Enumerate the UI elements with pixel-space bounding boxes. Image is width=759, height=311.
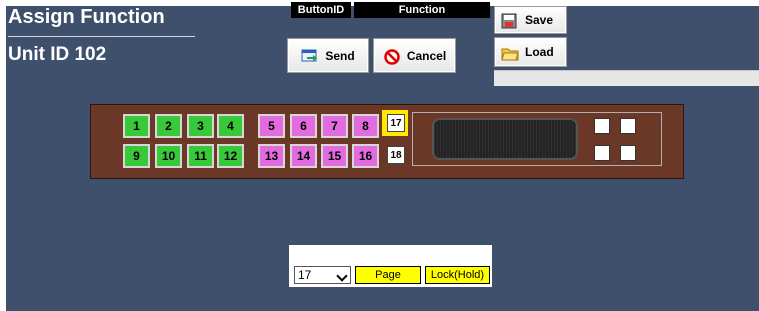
load-button[interactable]: Load bbox=[494, 37, 567, 67]
key-8[interactable]: 8 bbox=[352, 114, 379, 138]
send-label: Send bbox=[325, 48, 355, 63]
key-3[interactable]: 3 bbox=[187, 114, 214, 138]
unit-id-label: Unit ID 102 bbox=[8, 44, 107, 65]
key-5[interactable]: 5 bbox=[258, 114, 285, 138]
key-1[interactable]: 1 bbox=[123, 114, 150, 138]
key-11[interactable]: 11 bbox=[187, 144, 214, 168]
save-button[interactable]: Save bbox=[494, 6, 567, 34]
key-17[interactable]: 17 bbox=[387, 114, 405, 132]
function-header: Function bbox=[354, 2, 490, 18]
status-bar bbox=[494, 70, 759, 86]
side-key-2[interactable] bbox=[620, 118, 636, 134]
send-button[interactable]: Send bbox=[287, 38, 369, 73]
folder-open-icon bbox=[501, 45, 519, 61]
buttonid-select-value: 17 bbox=[298, 268, 312, 282]
load-label: Load bbox=[525, 45, 554, 59]
key-16[interactable]: 16 bbox=[352, 144, 379, 168]
key-4[interactable]: 4 bbox=[217, 114, 244, 138]
key-13[interactable]: 13 bbox=[258, 144, 285, 168]
side-key-4[interactable] bbox=[620, 145, 636, 161]
key-10[interactable]: 10 bbox=[155, 144, 182, 168]
side-key-1[interactable] bbox=[594, 118, 610, 134]
key-18[interactable]: 18 bbox=[387, 146, 405, 164]
key-15[interactable]: 15 bbox=[321, 144, 348, 168]
function-page-field[interactable]: Page bbox=[355, 266, 421, 284]
side-key-3[interactable] bbox=[594, 145, 610, 161]
page-title: Assign Function bbox=[8, 6, 165, 28]
function-lock-hold-field[interactable]: Lock(Hold) bbox=[425, 266, 490, 284]
title-divider bbox=[8, 36, 195, 37]
key-7[interactable]: 7 bbox=[321, 114, 348, 138]
cancel-button[interactable]: Cancel bbox=[373, 38, 456, 73]
key-6[interactable]: 6 bbox=[290, 114, 317, 138]
send-icon bbox=[301, 49, 319, 63]
cancel-label: Cancel bbox=[406, 48, 447, 63]
buttonid-select[interactable]: 17 bbox=[294, 266, 351, 284]
key-12[interactable]: 12 bbox=[217, 144, 244, 168]
key-9[interactable]: 9 bbox=[123, 144, 150, 168]
assign-function-window: Assign Function Unit ID 102 Send Cancel … bbox=[0, 0, 759, 311]
lcd-display bbox=[432, 118, 578, 160]
save-icon bbox=[501, 13, 519, 29]
key-14[interactable]: 14 bbox=[290, 144, 317, 168]
buttonid-header: ButtonID bbox=[291, 2, 351, 18]
key-2[interactable]: 2 bbox=[155, 114, 182, 138]
save-label: Save bbox=[525, 13, 554, 27]
cancel-icon bbox=[383, 48, 401, 65]
chevron-down-icon bbox=[336, 270, 348, 282]
